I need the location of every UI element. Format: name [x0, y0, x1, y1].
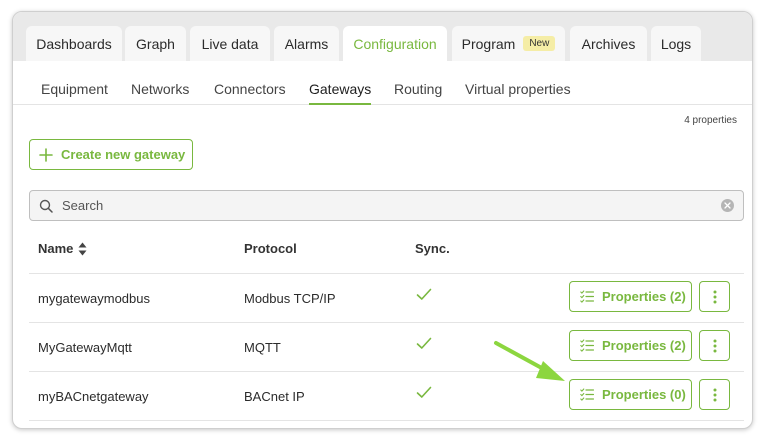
plus-icon — [39, 147, 53, 162]
more-options-button[interactable] — [699, 330, 730, 361]
tab-label: Dashboards — [36, 35, 112, 52]
tab-configuration[interactable]: Configuration — [343, 26, 447, 61]
check-icon — [416, 386, 432, 404]
properties-button[interactable]: Properties (2) — [569, 330, 692, 361]
create-gateway-label: Create new gateway — [61, 147, 186, 162]
more-options-button[interactable] — [699, 379, 730, 410]
subtab-gateways[interactable]: Gateways — [309, 81, 372, 105]
table-divider — [29, 371, 744, 372]
list-check-icon — [580, 388, 594, 401]
tab-label: Alarms — [284, 35, 329, 52]
tab-dashboards[interactable]: Dashboards — [26, 26, 122, 61]
search-input[interactable] — [62, 198, 702, 213]
tab-alarms[interactable]: Alarms — [274, 26, 339, 61]
more-options-button[interactable] — [699, 281, 730, 312]
tab-label: Archives — [581, 35, 636, 52]
list-check-icon — [580, 290, 594, 303]
subtab-routing[interactable]: Routing — [394, 81, 442, 97]
more-vertical-icon — [713, 339, 716, 352]
tab-label: Configuration — [353, 35, 437, 52]
tab-label: Logs — [660, 35, 692, 52]
subtab-networks[interactable]: Networks — [131, 81, 189, 97]
search-icon — [39, 199, 53, 213]
more-vertical-icon — [713, 290, 716, 303]
properties-label: Properties (0) — [602, 387, 686, 402]
gateway-protocol: BACnet IP — [244, 389, 305, 404]
properties-label: Properties (2) — [602, 338, 686, 353]
more-vertical-icon — [713, 388, 716, 401]
check-icon — [416, 337, 432, 355]
main-tabbar: Dashboards Graph Live data Alarms Config… — [13, 12, 752, 61]
tab-graph[interactable]: Graph — [125, 26, 186, 61]
gateway-name: myBACnetgateway — [38, 389, 149, 404]
subtab-connectors[interactable]: Connectors — [214, 81, 286, 97]
app-window: Dashboards Graph Live data Alarms Config… — [12, 11, 753, 429]
create-gateway-button[interactable]: Create new gateway — [29, 139, 193, 170]
tab-archives[interactable]: Archives — [570, 26, 647, 61]
column-header-protocol: Protocol — [244, 241, 297, 256]
table-divider — [29, 273, 744, 274]
properties-label: Properties (2) — [602, 289, 686, 304]
column-header-sync: Sync. — [415, 241, 450, 256]
gateway-name: MyGatewayMqtt — [38, 340, 132, 355]
column-header-name[interactable]: Name — [38, 241, 87, 256]
column-header-label: Protocol — [244, 241, 297, 256]
column-header-label: Name — [38, 241, 74, 256]
subtab-equipment[interactable]: Equipment — [41, 81, 108, 97]
tab-label: Graph — [136, 35, 175, 52]
tab-program[interactable]: Program New — [452, 26, 565, 61]
new-badge: New — [523, 36, 556, 51]
tab-logs[interactable]: Logs — [651, 26, 701, 61]
sort-icon[interactable] — [78, 242, 87, 256]
clear-icon[interactable] — [721, 199, 734, 212]
check-icon — [416, 288, 432, 306]
subtab-virtual-properties[interactable]: Virtual properties — [465, 81, 571, 97]
tab-live-data[interactable]: Live data — [190, 26, 270, 61]
gateway-name: mygatewaymodbus — [38, 291, 150, 306]
tab-label: Program — [461, 35, 516, 52]
table-divider — [29, 322, 744, 323]
list-check-icon — [580, 339, 594, 352]
sub-navigation: Equipment Networks Connectors Gateways R… — [13, 61, 752, 105]
gateway-protocol: Modbus TCP/IP — [244, 291, 336, 306]
tab-label: Live data — [201, 35, 259, 52]
properties-button[interactable]: Properties (2) — [569, 281, 692, 312]
search-box — [29, 190, 744, 221]
column-header-label: Sync. — [415, 241, 450, 256]
table-divider — [29, 420, 744, 421]
properties-count: 4 properties — [684, 115, 737, 126]
gateway-protocol: MQTT — [244, 340, 281, 355]
arrow-annotation — [494, 341, 565, 381]
properties-button[interactable]: Properties (0) — [569, 379, 692, 410]
